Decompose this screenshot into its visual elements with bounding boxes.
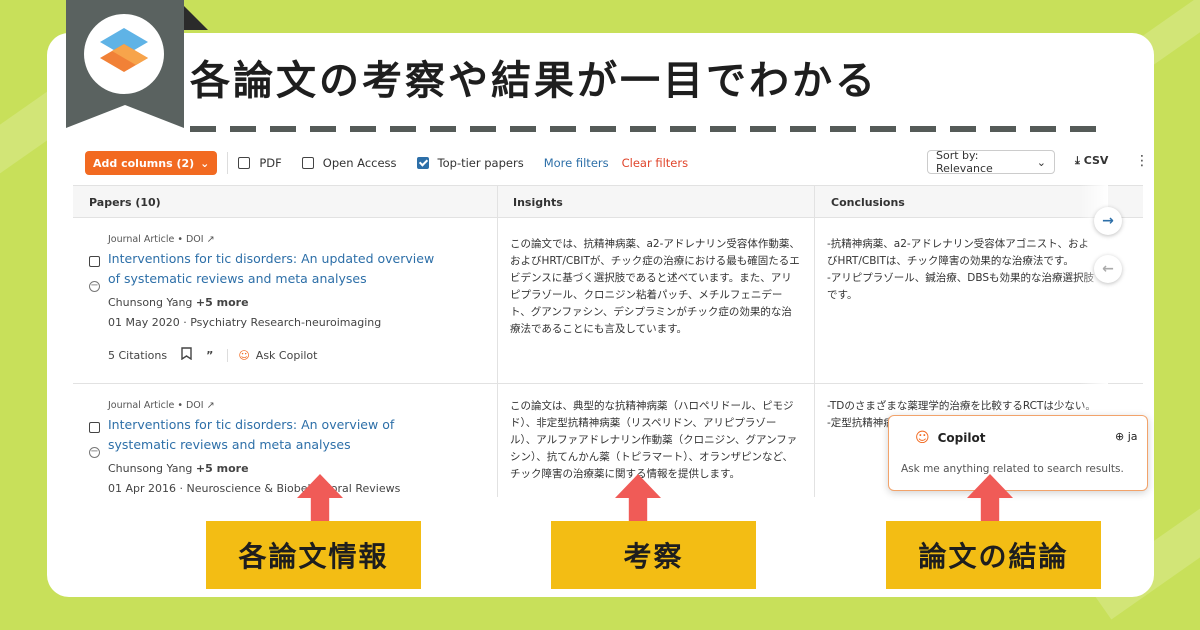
label-insights: 考察 (551, 521, 756, 589)
copilot-language[interactable]: ja (1128, 430, 1138, 443)
globe-icon[interactable]: ⊕ (1115, 430, 1124, 443)
label-conclusions: 論文の結論 (886, 521, 1101, 589)
pdf-checkbox[interactable] (238, 157, 251, 169)
paper-type: Journal Article • DOI (108, 234, 204, 245)
external-link-icon[interactable]: ↗ (207, 400, 215, 411)
collapse-icon[interactable]: − (89, 447, 100, 458)
paper-meta: Journal Article • DOI ↗ (108, 400, 215, 411)
paper-actions: 5 Citations ” ☺ Ask Copilot (108, 347, 317, 363)
citations-count[interactable]: 5 Citations (108, 349, 167, 362)
pdf-filter-label: PDF (259, 156, 282, 170)
download-icon: ⤓ (1075, 154, 1080, 167)
scroll-left-button[interactable]: ← (1094, 255, 1122, 283)
scroll-right-button[interactable]: → (1094, 207, 1122, 235)
external-link-icon[interactable]: ↗ (207, 234, 215, 245)
more-filters-link[interactable]: More filters (544, 156, 609, 170)
copilot-icon: ☺ (915, 430, 930, 446)
copilot-title: Copilot (937, 431, 986, 445)
arrow-left-icon: ← (1102, 261, 1114, 277)
filter-toolbar: Add columns (2) ⌄ PDF Open Access Top-ti… (85, 149, 1149, 177)
row-checkbox[interactable] (89, 256, 100, 267)
insight-cell: この論文では、抗精神病薬、a2-アドレナリン受容体作動薬、およびHRT/CBIT… (510, 238, 800, 335)
more-authors-link[interactable]: +5 more (196, 462, 249, 475)
row-checkbox[interactable] (89, 422, 100, 433)
toolbar-divider (227, 152, 229, 174)
csv-download-button[interactable]: ⤓ CSV (1075, 154, 1108, 168)
quote-icon[interactable]: ” (206, 349, 213, 362)
ask-copilot-label: Ask Copilot (255, 348, 318, 362)
copilot-icon: ☺ (238, 348, 250, 362)
arrow-right-icon: → (1102, 213, 1114, 229)
table-header: Papers (10) Insights Conclusions (73, 186, 1143, 218)
csv-label: CSV (1083, 154, 1109, 167)
sort-dropdown[interactable]: Sort by: Relevance ⌄ (927, 149, 1055, 175)
top-tier-filter[interactable]: Top-tier papers (416, 156, 524, 170)
chevron-down-icon: ⌄ (200, 156, 210, 170)
ask-copilot-button[interactable]: ☺ Ask Copilot (227, 348, 318, 362)
column-header-papers[interactable]: Papers (10) (89, 196, 161, 209)
copilot-popup[interactable]: ☺ Copilot ⊕ ja Ask me anything related t… (888, 415, 1148, 491)
more-options-icon[interactable]: ⋮ (1135, 153, 1149, 169)
paper-date-journal: 01 May 2020 · Psychiatry Research-neuroi… (108, 316, 382, 329)
dashed-divider (190, 126, 1110, 132)
paper-type: Journal Article • DOI (108, 400, 204, 411)
copilot-input[interactable]: Ask me anything related to search result… (901, 463, 1124, 475)
chevron-down-icon: ⌄ (1036, 155, 1046, 169)
paper-author: Chunsong Yang (108, 462, 193, 475)
conclusion-cell: -抗精神病薬、a2-アドレナリン受容体アゴニスト、およびHRT/CBITは、チッ… (827, 238, 1095, 301)
insight-cell: この論文は、典型的な抗精神病薬（ハロペリドール、ピモジド）、非定型抗精神病薬（リ… (510, 400, 798, 480)
column-divider (814, 186, 815, 497)
clear-filters-link[interactable]: Clear filters (622, 156, 688, 170)
sort-label: Sort by: Relevance (936, 149, 993, 175)
paper-date-journal: 01 Apr 2016 · Neuroscience & Biobehavior… (108, 482, 401, 495)
collapse-icon[interactable]: − (89, 281, 100, 292)
open-access-filter[interactable]: Open Access (301, 156, 397, 170)
paper-meta: Journal Article • DOI ↗ (108, 234, 215, 245)
add-columns-label: Add columns (2) (93, 156, 195, 170)
paper-author: Chunsong Yang (108, 296, 193, 309)
column-divider (497, 186, 498, 497)
column-header-insights[interactable]: Insights (513, 196, 563, 209)
more-authors-link[interactable]: +5 more (196, 296, 249, 309)
column-header-conclusions[interactable]: Conclusions (831, 196, 905, 209)
app-logo (84, 14, 164, 94)
bookmark-icon[interactable] (181, 347, 192, 363)
pdf-filter[interactable]: PDF (238, 156, 282, 170)
top-tier-label: Top-tier papers (437, 156, 524, 170)
paper-title-link[interactable]: Interventions for tic disorders: An upda… (108, 249, 448, 289)
open-access-label: Open Access (322, 156, 397, 170)
paper-title-link[interactable]: Interventions for tic disorders: An over… (108, 415, 448, 455)
top-tier-checkbox[interactable] (416, 157, 429, 169)
open-access-checkbox[interactable] (301, 157, 314, 169)
label-papers: 各論文情報 (206, 521, 421, 589)
row-divider (73, 383, 1143, 384)
add-columns-button[interactable]: Add columns (2) ⌄ (85, 151, 218, 175)
headline: 各論文の考察や結果が一目でわかる (190, 58, 878, 104)
